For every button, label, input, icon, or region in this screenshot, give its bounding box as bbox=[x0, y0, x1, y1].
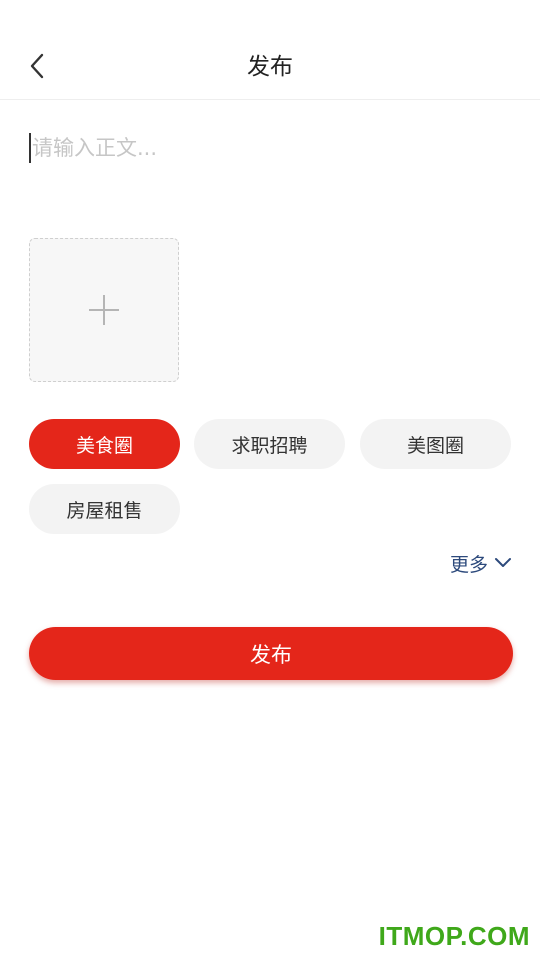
chevron-down-icon bbox=[495, 558, 511, 567]
tag-job-recruitment[interactable]: 求职招聘 bbox=[194, 419, 345, 469]
plus-icon bbox=[89, 295, 119, 325]
post-content-placeholder: 请输入正文... bbox=[32, 136, 158, 160]
post-content-input[interactable]: 请输入正文... bbox=[29, 130, 509, 210]
tag-photo-circle[interactable]: 美图圈 bbox=[360, 419, 511, 469]
tag-housing-rental[interactable]: 房屋租售 bbox=[29, 484, 180, 534]
more-tags-toggle[interactable]: 更多 bbox=[450, 548, 512, 578]
watermark: ITMOP.COM bbox=[378, 921, 530, 951]
add-image-button[interactable] bbox=[29, 238, 179, 382]
page-title: 发布 bbox=[247, 54, 293, 80]
nav-bar: 发布 bbox=[0, 0, 540, 100]
publish-button[interactable]: 发布 bbox=[29, 627, 513, 680]
text-caret bbox=[29, 133, 31, 163]
tag-food-circle[interactable]: 美食圈 bbox=[29, 419, 180, 469]
more-label: 更多 bbox=[449, 553, 488, 576]
